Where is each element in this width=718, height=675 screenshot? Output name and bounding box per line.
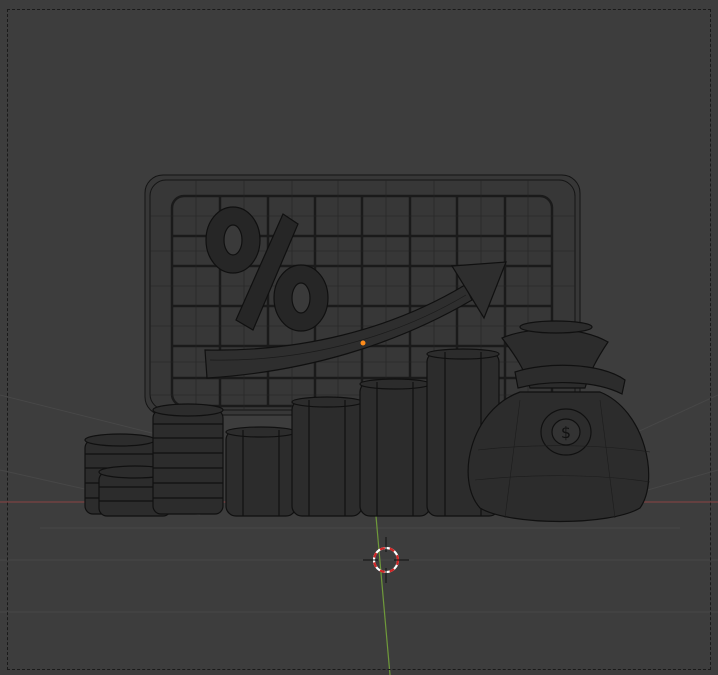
grid-board[interactable]: [144, 174, 581, 416]
bar-cylinder-1[interactable]: [225, 426, 297, 517]
3d-viewport[interactable]: $: [0, 0, 718, 675]
bar-cylinder-2[interactable]: [291, 396, 363, 517]
coin-stack-tall[interactable]: [152, 403, 224, 515]
bar-cylinder-3[interactable]: [359, 378, 431, 517]
dollar-coin: $: [540, 408, 592, 456]
y-axis-line: [374, 504, 391, 675]
object-origin-dot: [360, 340, 366, 346]
svg-text:$: $: [561, 423, 571, 442]
viewport-canvas[interactable]: $: [0, 0, 718, 675]
